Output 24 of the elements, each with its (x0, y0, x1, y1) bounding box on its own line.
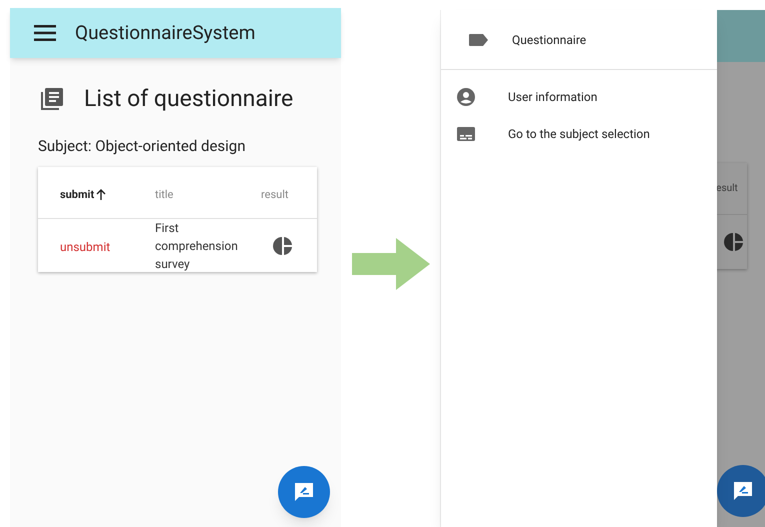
subject-label: Subject: Object-oriented design (38, 136, 247, 156)
title-cell-text: First comprehension survey (155, 220, 239, 272)
menu-icon[interactable] (34, 25, 56, 41)
feedback-icon (732, 480, 754, 502)
column-header[interactable]: result (261, 186, 288, 203)
user-icon (457, 88, 475, 106)
status-cell: unsubmit (60, 240, 110, 254)
drawer-item[interactable]: User information (441, 78, 718, 115)
feedback-fab[interactable] (717, 465, 765, 517)
drawer-title: Questionnaire (512, 32, 586, 48)
arrow-up-icon (96, 189, 106, 200)
page-title: List of questionnaire (84, 84, 294, 114)
library-icon (40, 87, 64, 112)
app-title: QuestionnaireSystem (75, 20, 256, 46)
column-header[interactable]: submit (60, 186, 106, 203)
pie-chart-icon[interactable] (724, 232, 744, 252)
label-icon (469, 34, 488, 46)
feedback-icon (293, 481, 315, 503)
app-bar (717, 10, 765, 62)
feedback-fab[interactable] (278, 466, 330, 518)
drawer-item[interactable]: Go to the subject selection (441, 115, 718, 152)
pie-chart-icon[interactable] (273, 236, 293, 256)
column-header[interactable]: title (155, 186, 174, 203)
subtitles-icon (457, 126, 475, 140)
